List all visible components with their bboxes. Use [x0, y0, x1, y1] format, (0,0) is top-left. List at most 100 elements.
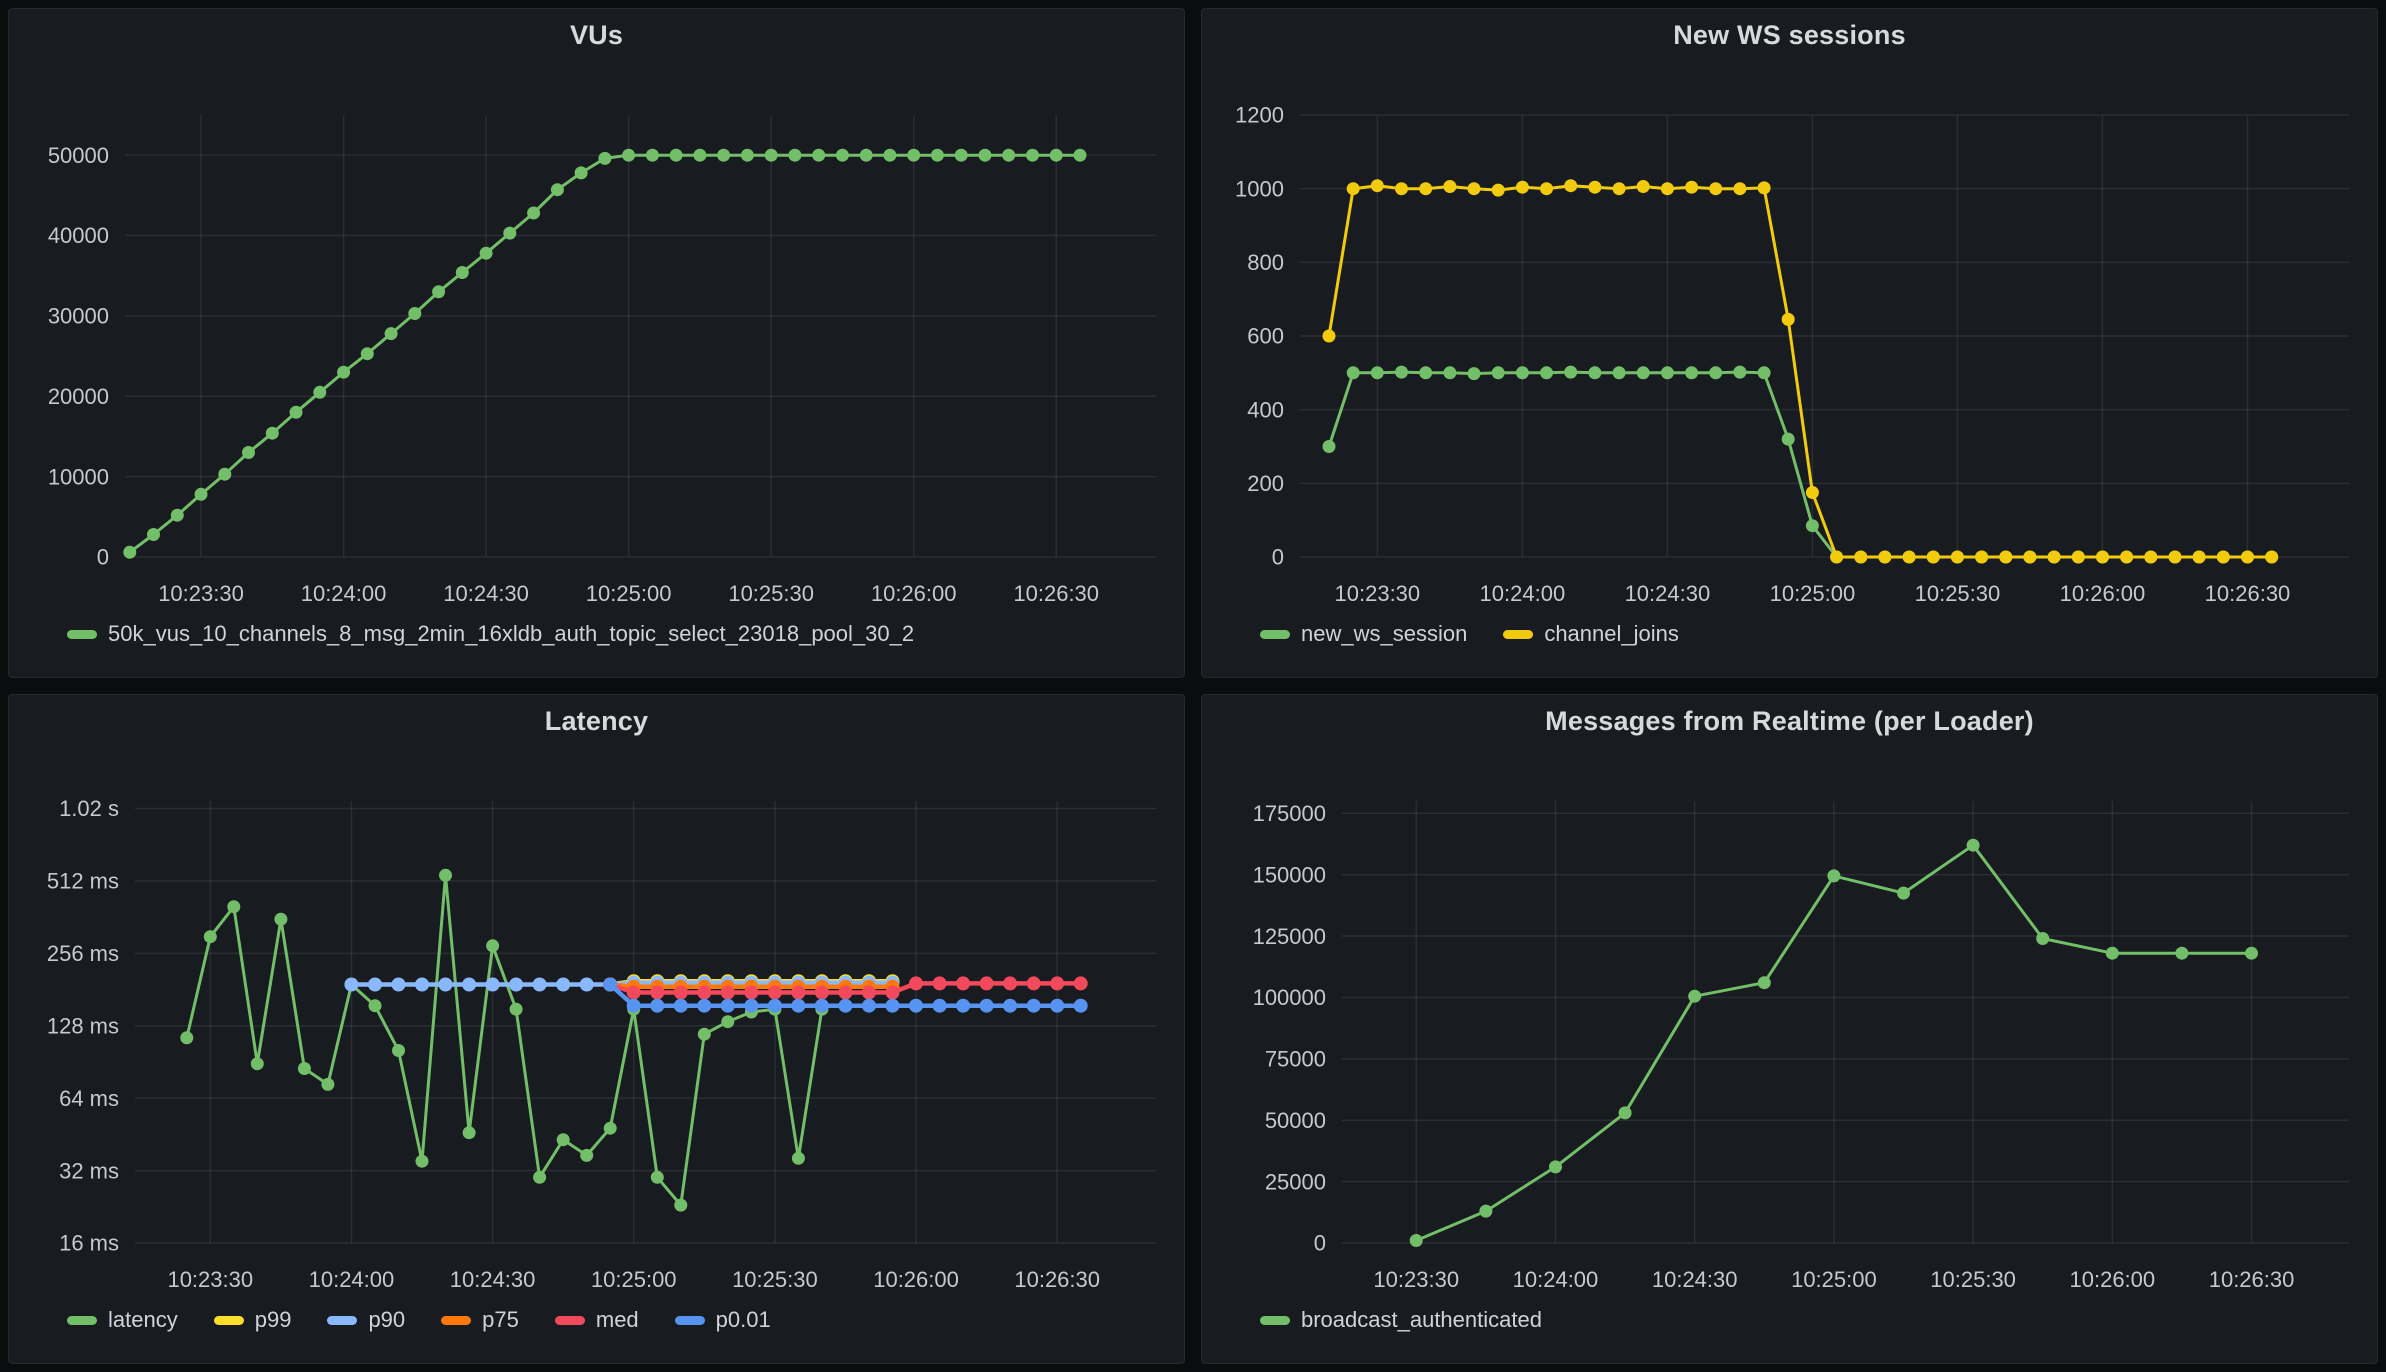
x-tick-label: 10:26:00: [873, 1267, 959, 1292]
x-tick-label: 10:24:30: [443, 581, 529, 606]
series-point: [180, 1031, 194, 1045]
series-point: [859, 148, 873, 162]
panel-title-vus[interactable]: VUs: [9, 9, 1184, 55]
x-tick-label: 10:25:00: [591, 1267, 677, 1292]
series-point: [645, 148, 659, 162]
panel-title-latency[interactable]: Latency: [9, 695, 1184, 741]
series-point: [297, 1062, 311, 1075]
series-point: [835, 148, 849, 162]
series-point: [812, 148, 826, 162]
series-point: [123, 545, 137, 559]
series-point: [650, 1170, 664, 1184]
series-point: [1950, 550, 1964, 564]
series-point: [1975, 550, 1989, 564]
series-point: [2192, 550, 2206, 564]
series-point: [1636, 180, 1650, 193]
series-point: [2120, 550, 2134, 564]
series-point: [1999, 550, 2013, 564]
x-tick-label: 10:23:30: [1335, 581, 1421, 606]
x-tick-label: 10:26:30: [2209, 1267, 2295, 1292]
x-tick-label: 10:26:30: [1013, 581, 1099, 606]
series-point: [289, 405, 303, 419]
series-point: [720, 985, 735, 1000]
legend-swatch-icon: [554, 1315, 585, 1325]
legend-swatch-icon: [1260, 1315, 1290, 1325]
series-point: [1540, 366, 1553, 380]
series-point: [527, 206, 541, 220]
legend-item-p99[interactable]: p99: [213, 1307, 291, 1333]
series-point: [1636, 366, 1650, 380]
series-point: [147, 528, 160, 541]
legend-label: latency: [108, 1307, 178, 1332]
series-point: [227, 900, 241, 914]
series-point: [2168, 550, 2182, 564]
series-point: [767, 998, 782, 1013]
y-tick-label: 256 ms: [47, 941, 119, 966]
series-point: [2216, 550, 2230, 564]
legend-item-50k_vus_10_channels_8_msg_2min_16xldb_auth_topic_select_23018_pool_30_2[interactable]: 50k_vus_10_channels_8_msg_2min_16xldb_au…: [67, 621, 914, 647]
series-point: [250, 1057, 264, 1071]
series-point: [391, 977, 406, 992]
legend-label: p0.01: [715, 1307, 771, 1332]
x-tick-label: 10:25:30: [728, 581, 814, 606]
series-point: [2175, 946, 2189, 960]
latency-legend: latency p99 p90 p75 med p0.01: [9, 1301, 1184, 1363]
series-point: [1346, 366, 1360, 380]
messages-legend: broadcast_authenticated: [1202, 1301, 2377, 1363]
series-point: [603, 977, 618, 992]
legend-item-latency[interactable]: latency: [67, 1307, 178, 1333]
panel-title-new-ws-sessions[interactable]: New WS sessions: [1202, 9, 2377, 55]
series-point: [368, 999, 382, 1013]
x-tick-label: 10:25:30: [1915, 581, 2001, 606]
series-point: [1491, 366, 1505, 380]
x-tick-label: 10:26:00: [2070, 1267, 2156, 1292]
legend-item-p0.01[interactable]: p0.01: [674, 1307, 771, 1333]
series-point: [1467, 367, 1481, 381]
panel-title-messages-from-realtime[interactable]: Messages from Realtime (per Loader): [1202, 695, 2377, 741]
legend-item-p90[interactable]: p90: [327, 1307, 405, 1333]
series-point: [2241, 550, 2254, 564]
series-point: [1757, 181, 1771, 195]
series-point: [580, 1148, 594, 1162]
series-point: [321, 1077, 335, 1091]
y-tick-label: 400: [1247, 397, 1284, 422]
legend-item-new_ws_session[interactable]: new_ws_session: [1260, 621, 1467, 647]
y-tick-label: 512 ms: [47, 869, 119, 894]
new-ws-sessions-chart-canvas: 10:23:30 10:24:00 10:24:30 10:25:00 10:25:30…: [1235, 103, 2349, 606]
series-point: [485, 977, 500, 992]
legend-label: broadcast_authenticated: [1301, 1307, 1542, 1332]
series-point: [455, 266, 469, 279]
series-point: [1003, 976, 1018, 991]
legend-swatch-icon: [1503, 629, 1534, 639]
series-point: [954, 148, 968, 162]
series-point: [1346, 182, 1360, 196]
series-point: [486, 939, 500, 953]
legend-item-med[interactable]: med: [554, 1307, 639, 1333]
series-point: [979, 998, 994, 1013]
legend-item-p75[interactable]: p75: [441, 1307, 519, 1333]
series-point: [1685, 180, 1699, 194]
series-point: [979, 976, 994, 991]
y-tick-label: 64 ms: [59, 1086, 119, 1111]
series-point: [384, 327, 398, 341]
x-tick-label: 10:25:00: [1770, 581, 1856, 606]
series-point: [693, 148, 707, 162]
y-tick-label: 200: [1247, 471, 1284, 496]
series-point: [669, 148, 683, 162]
series-point: [1612, 182, 1626, 196]
series-point: [764, 148, 778, 162]
series-point: [673, 985, 688, 1000]
series-point: [697, 1027, 711, 1041]
series-point: [650, 985, 665, 1000]
series-point: [462, 1126, 476, 1140]
legend-label: p90: [368, 1307, 406, 1332]
legend-item-channel_joins[interactable]: channel_joins: [1503, 621, 1679, 647]
series-point: [788, 148, 802, 162]
series-point: [1709, 366, 1723, 380]
x-tick-label: 10:25:30: [732, 1267, 818, 1292]
series-point: [1026, 976, 1041, 991]
x-tick-label: 10:25:00: [586, 581, 672, 606]
series-point: [717, 148, 731, 162]
series-point: [673, 998, 688, 1013]
legend-item-broadcast_authenticated[interactable]: broadcast_authenticated: [1260, 1307, 1542, 1333]
